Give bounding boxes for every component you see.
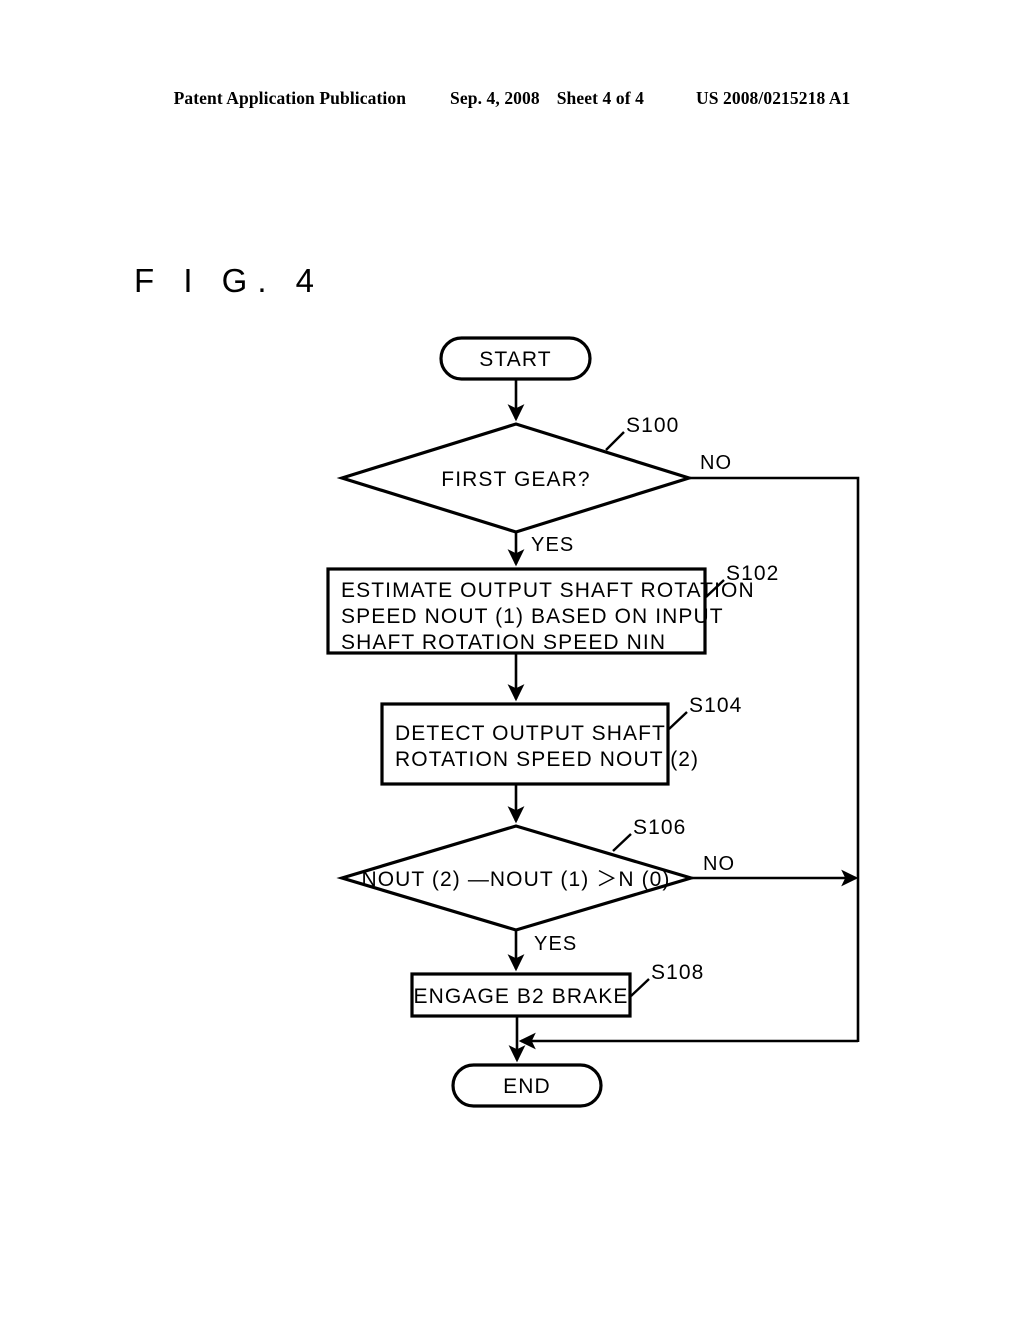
leader-line-s104 xyxy=(668,711,688,730)
step-number-s106: S106 xyxy=(633,816,686,839)
branch-label-s106-yes: YES xyxy=(534,933,577,955)
leader-line-s106 xyxy=(612,833,632,852)
decision-s106-label: NOUT (2) —NOUT (1) ＞N (0) xyxy=(361,868,670,891)
end-node-label: END xyxy=(503,1075,551,1098)
process-s102-line-2: SPEED NOUT (1) BASED ON INPUT xyxy=(341,605,724,628)
branch-label-s100-no: NO xyxy=(700,452,732,474)
step-number-s108: S108 xyxy=(651,961,704,984)
flow-node-decision-s106: NOUT (2) —NOUT (1) ＞N (0) xyxy=(336,824,697,932)
branch-label-s100-yes: YES xyxy=(531,534,574,556)
process-s104-line-2: ROTATION SPEED NOUT (2) xyxy=(395,748,699,771)
process-s108-line-1: ENGAGE B2 BRAKE xyxy=(414,985,629,1008)
decision-s100-label: FIRST GEAR? xyxy=(441,468,590,491)
flow-node-process-s108: ENGAGE B2 BRAKE xyxy=(410,972,632,1018)
start-node-label: START xyxy=(479,348,551,371)
flowchart-diagram: START FIRST GEAR? S100 NO YES ESTIMATE O… xyxy=(326,336,860,1108)
step-number-s102: S102 xyxy=(726,562,779,585)
branch-label-s106-no: NO xyxy=(703,853,735,875)
flow-node-process-s104: DETECT OUTPUT SHAFT ROTATION SPEED NOUT … xyxy=(380,702,699,786)
step-number-s104: S104 xyxy=(689,694,742,717)
leader-line-s108 xyxy=(630,978,650,997)
leader-line-s100 xyxy=(605,431,625,451)
process-s104-line-1: DETECT OUTPUT SHAFT xyxy=(395,722,666,745)
step-number-s100: S100 xyxy=(626,414,679,437)
flow-node-end: END xyxy=(451,1063,603,1108)
flow-node-start: START xyxy=(439,336,592,381)
process-s102-line-3: SHAFT ROTATION SPEED NIN xyxy=(341,631,666,654)
flow-node-process-s102: ESTIMATE OUTPUT SHAFT ROTATION SPEED NOU… xyxy=(326,567,755,655)
process-s102-line-1: ESTIMATE OUTPUT SHAFT ROTATION xyxy=(341,579,755,602)
flow-node-decision-s100: FIRST GEAR? xyxy=(336,422,695,534)
